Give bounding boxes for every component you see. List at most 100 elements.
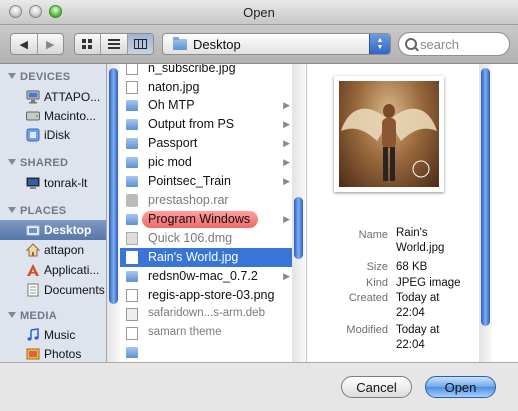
document-icon (126, 327, 138, 340)
list-item[interactable]: Oh MTP ▶ (120, 96, 292, 115)
folder-icon (126, 214, 138, 225)
scroll-thumb[interactable] (481, 68, 490, 326)
folder-icon (126, 119, 138, 130)
sidebar-item-applications[interactable]: Applicati... (0, 260, 106, 280)
icon-view-button[interactable] (75, 34, 102, 54)
devices-header[interactable]: DEVICES (8, 71, 70, 83)
disk-image-icon (126, 232, 138, 245)
list-icon (107, 39, 120, 49)
sidebar-item-label: tonrak-lt (44, 176, 88, 190)
list-item[interactable]: safaridown...s-arm.deb (120, 305, 292, 324)
list-item[interactable]: naton.jpg (120, 78, 292, 97)
sidebar-item-label: Music (44, 328, 76, 342)
open-button[interactable]: Open (425, 376, 496, 398)
list-item[interactable] (120, 343, 292, 362)
chevron-right-icon: ▶ (283, 214, 290, 224)
computer-icon (26, 90, 40, 104)
sidebar-item-label: attapon (44, 243, 85, 257)
idisk-icon (26, 128, 40, 142)
forward-arrow-icon: ▶ (46, 38, 55, 51)
column-view-button[interactable] (127, 34, 153, 54)
sidebar-item-computer[interactable]: ATTAPO... (0, 87, 106, 107)
preview-scrollbar[interactable] (479, 64, 492, 362)
sidebar-item-tonrak-lt[interactable]: tonrak-lt (0, 173, 106, 193)
sidebar-item-home[interactable]: attapon (0, 240, 106, 260)
document-icon (126, 81, 138, 94)
sidebar-item-photos[interactable]: Photos (0, 344, 106, 362)
shared-header[interactable]: SHARED (8, 157, 68, 169)
list-view-button[interactable] (101, 34, 128, 54)
sidebar-item-idisk[interactable]: iDisk (0, 125, 106, 145)
file-column-scrollbar[interactable] (292, 64, 305, 362)
list-item[interactable]: redsn0w-mac_0.7.2 ▶ (120, 267, 292, 286)
search-placeholder: search (420, 37, 460, 52)
sidebar-item-desktop[interactable]: Desktop (0, 220, 106, 240)
name-key: Name (358, 229, 388, 241)
back-arrow-icon: ◀ (19, 38, 28, 51)
location-label: Desktop (193, 37, 241, 52)
sidebar-item-label: Desktop (44, 223, 92, 237)
list-item[interactable]: regis-app-store-03.png (120, 286, 292, 305)
back-button[interactable]: ◀ (11, 34, 38, 54)
location-popup[interactable]: Desktop ▲ ▼ (162, 33, 391, 55)
folder-icon (126, 347, 138, 358)
list-item[interactable]: Pointsec_Train ▶ (120, 172, 292, 191)
history-nav: ◀ ▶ (10, 33, 64, 55)
chevron-right-icon: ▶ (283, 138, 290, 148)
parent-column (107, 64, 121, 362)
open-dialog: Open ◀ ▶ Desktop ▲ ▼ search DEVICES ATTA… (0, 0, 518, 411)
created-value: Today at (396, 292, 440, 304)
title-bar: Open (0, 0, 518, 25)
folder-icon (126, 157, 138, 168)
scroll-thumb[interactable] (294, 197, 303, 259)
info-keys: Name Size Kind Created Modified (308, 229, 388, 349)
size-value: 68 KB (396, 261, 428, 273)
modified-value: Today at (396, 324, 440, 336)
folder-icon (126, 100, 138, 111)
sidebar-item-macintosh-hd[interactable]: Macinto... (0, 106, 106, 126)
preview-thumbnail (334, 76, 444, 192)
applications-icon (27, 264, 39, 276)
disclosure-triangle-icon (8, 159, 16, 165)
parent-column-scrollbar[interactable] (107, 64, 120, 362)
created-key: Created (348, 292, 388, 304)
list-item-labeled[interactable]: Program Windows ▶ (120, 210, 292, 229)
list-item-selected[interactable]: Rain's World.jpg (120, 248, 292, 267)
sidebar-item-documents[interactable]: Documents (0, 280, 106, 300)
chevron-right-icon: ▶ (283, 100, 290, 110)
documents-icon (27, 283, 39, 297)
list-item[interactable]: pic mod ▶ (120, 153, 292, 172)
list-item[interactable]: samarn theme (120, 324, 292, 343)
sidebar-item-label: Photos (44, 347, 82, 361)
sidebar: DEVICES ATTAPO... Macinto... iDisk SHARE… (0, 64, 107, 362)
disclosure-triangle-icon (8, 73, 16, 79)
list-item[interactable]: n_subscribe.jpg (120, 64, 292, 78)
toolbar: ◀ ▶ Desktop ▲ ▼ search (0, 25, 518, 64)
modified-key: Modified (346, 324, 388, 336)
chevron-right-icon: ▶ (283, 271, 290, 281)
sidebar-item-music[interactable]: Music (0, 325, 106, 345)
archive-icon (126, 194, 138, 207)
list-item[interactable]: Passport ▶ (120, 134, 292, 153)
desktop-folder-icon (26, 225, 40, 236)
name-value: Rain's (396, 227, 428, 239)
sidebar-item-label: iDisk (44, 128, 70, 142)
list-item[interactable]: prestashop.rar (120, 191, 292, 210)
places-header[interactable]: PLACES (8, 205, 66, 217)
scroll-thumb[interactable] (109, 68, 118, 304)
folder-icon (126, 271, 138, 282)
folder-icon (126, 176, 138, 187)
preview-image (339, 81, 439, 187)
cancel-button[interactable]: Cancel (341, 376, 412, 398)
winged-figure-picture (341, 104, 437, 181)
forward-button[interactable]: ▶ (38, 34, 64, 54)
info-values: Rain's World.jpg 68 KB JPEG image Today … (396, 227, 476, 352)
chevron-right-icon: ▶ (283, 176, 290, 186)
file-column: n_subscribe.jpg naton.jpg Oh MTP ▶ Output… (120, 64, 307, 362)
search-field[interactable]: search (398, 32, 510, 56)
list-item[interactable]: Quick 106.dmg (120, 229, 292, 248)
list-item[interactable]: Output from PS ▶ (120, 115, 292, 134)
disclosure-triangle-icon (8, 312, 16, 318)
hard-disk-icon (26, 111, 40, 121)
media-header[interactable]: MEDIA (8, 310, 57, 322)
